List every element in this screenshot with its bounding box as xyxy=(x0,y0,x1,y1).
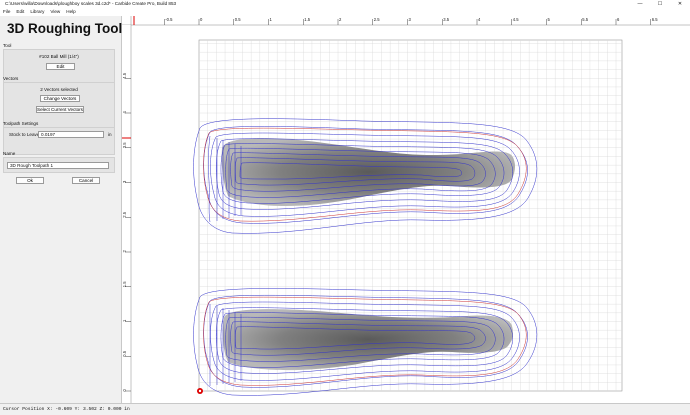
ruler-x-label: 6.5 xyxy=(652,17,658,22)
ruler-y-label: 1.5 xyxy=(122,281,127,287)
ruler-y-label: 0.5 xyxy=(122,350,127,356)
name-section-label: Name xyxy=(3,151,16,156)
ruler-x-label: 1.5 xyxy=(304,17,310,22)
change-vectors-button[interactable]: Change Vectors xyxy=(40,95,80,102)
stock-to-leave-label: Stock to Leave xyxy=(9,132,40,137)
cancel-button[interactable]: Cancel xyxy=(72,177,100,184)
edit-tool-button[interactable]: Edit xyxy=(46,63,75,70)
ruler-x-label: 5.5 xyxy=(582,17,588,22)
ruler-x-label: 2.5 xyxy=(374,17,380,22)
menu-view[interactable]: View xyxy=(47,8,63,16)
origin-marker-center xyxy=(198,389,202,393)
status-bar: Cursor Position X: -0.609 Y: 3.502 Z: 0.… xyxy=(0,403,690,415)
toolpath-name-input[interactable]: 3D Rough Toolpath 1 xyxy=(7,162,109,169)
ruler-x-label: 3.5 xyxy=(443,17,449,22)
menu-bar: File Edit Library View Help xyxy=(0,8,690,16)
ruler-x-label: 0.5 xyxy=(235,17,241,22)
vectors-section-label: Vectors xyxy=(3,76,19,81)
horizontal-ruler xyxy=(122,16,690,25)
close-button[interactable]: ✕ xyxy=(670,0,690,8)
tool-name: #102 Ball Mill (1/4") xyxy=(39,54,79,59)
menu-file[interactable]: File xyxy=(0,8,13,16)
stock-to-leave-input[interactable]: 0.0197 xyxy=(38,131,104,138)
settings-group: Stock to Leave 0.0197 in xyxy=(3,127,115,155)
toolpath-panel: 3D Roughing Toolpath Tool #102 Ball Mill… xyxy=(0,16,151,403)
menu-library[interactable]: Library xyxy=(27,8,47,16)
select-current-vectors-button[interactable]: Select Current Vectors xyxy=(36,106,84,113)
ruler-y-label: 3.5 xyxy=(122,142,127,148)
settings-section-label: Toolpath Settings xyxy=(3,121,39,126)
ruler-x-label: 4.5 xyxy=(513,17,519,22)
tool-section-label: Tool xyxy=(3,43,12,48)
design-canvas[interactable]: -0.5 0 0.5 1 1.5 2 2.5 3 3.5 4 4.5 5 5.5 6 6.5 4.5 4 3.5… xyxy=(122,16,690,403)
ruler-y-label: 4.5 xyxy=(122,72,127,78)
stock-unit-label: in xyxy=(108,132,112,137)
ok-button[interactable]: Ok xyxy=(16,177,44,184)
menu-edit[interactable]: Edit xyxy=(13,8,27,16)
minimize-button[interactable]: — xyxy=(630,0,650,8)
menu-help[interactable]: Help xyxy=(63,8,78,16)
vectors-status: 2 Vectors selected xyxy=(40,87,78,92)
window-controls: — ☐ ✕ xyxy=(630,0,690,8)
name-group: 3D Rough Toolpath 1 xyxy=(3,157,115,173)
ruler-y-label: 2.5 xyxy=(122,211,127,217)
title-bar: C:\Users\willa\Downloads\ploughboy scale… xyxy=(0,0,690,8)
window-title: C:\Users\willa\Downloads\ploughboy scale… xyxy=(5,1,177,6)
cursor-position: Cursor Position X: -0.609 Y: 3.502 Z: 0.… xyxy=(3,407,130,412)
ruler-x-label: -0.5 xyxy=(165,17,173,22)
maximize-button[interactable]: ☐ xyxy=(650,0,670,8)
